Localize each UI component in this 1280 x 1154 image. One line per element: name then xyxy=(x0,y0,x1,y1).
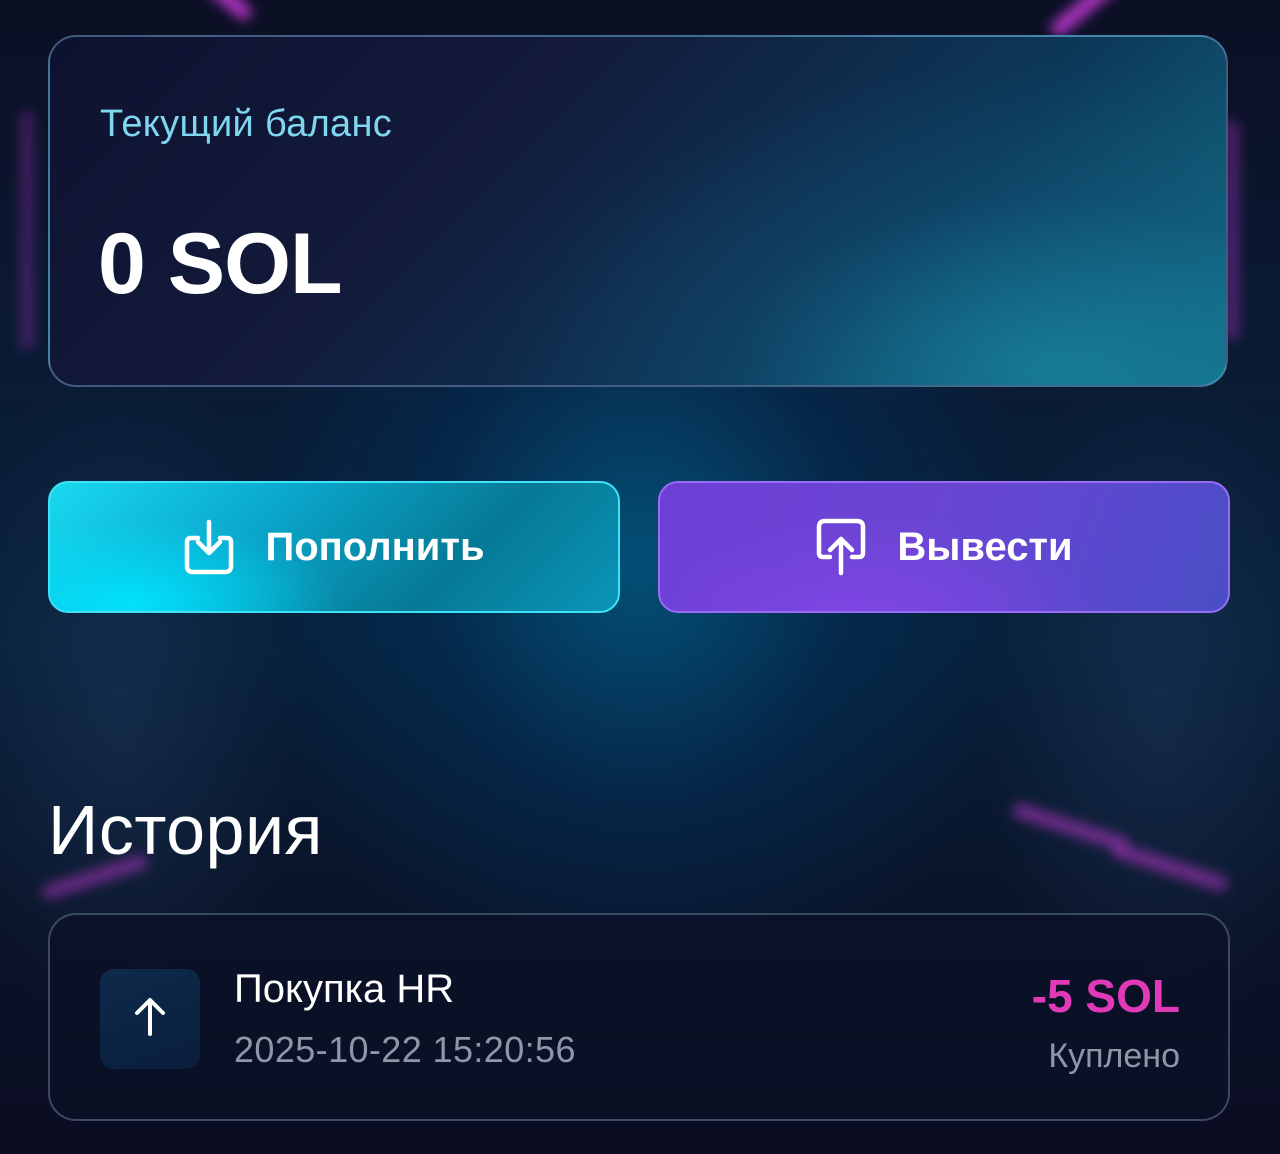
neon-light-decoration xyxy=(1010,801,1130,853)
balance-card: Текущий баланс 0 SOL xyxy=(48,35,1228,387)
upload-tray-icon xyxy=(815,517,867,577)
deposit-button-label: Пополнить xyxy=(265,524,485,569)
balance-label: Текущий баланс xyxy=(100,103,393,145)
withdraw-button-label: Вывести xyxy=(897,524,1073,569)
transaction-title: Покупка HR xyxy=(234,967,455,1011)
transaction-amount: -5 SOL xyxy=(1031,970,1180,1022)
transaction-date: 2025-10-22 15:20:56 xyxy=(234,1029,576,1070)
history-item[interactable]: Покупка HR 2025-10-22 15:20:56 -5 SOL Ку… xyxy=(48,913,1230,1121)
neon-light-decoration xyxy=(20,110,34,350)
deposit-button[interactable]: Пополнить xyxy=(48,481,620,613)
history-title: История xyxy=(48,791,323,869)
neon-light-decoration xyxy=(1047,0,1143,40)
transaction-status: Куплено xyxy=(1048,1037,1180,1075)
withdraw-button[interactable]: Вывести xyxy=(658,481,1230,613)
neon-light-decoration xyxy=(175,0,255,24)
balance-value: 0 SOL xyxy=(98,216,343,312)
download-tray-icon xyxy=(183,518,235,576)
transaction-icon-box xyxy=(100,969,200,1069)
neon-light-decoration xyxy=(1110,841,1230,893)
arrow-up-icon xyxy=(132,997,168,1042)
